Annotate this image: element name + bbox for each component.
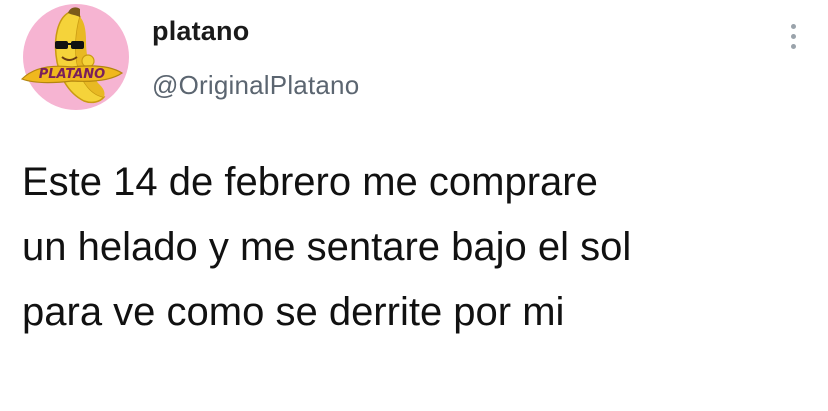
avatar[interactable]: PLATANO (20, 3, 130, 111)
logo-text: PLATANO (39, 67, 105, 82)
platano-logo: PLATANO (18, 59, 126, 85)
more-vertical-icon-dot-2 (791, 34, 796, 39)
tweet-text-line: para ve como se derrite por mi (22, 290, 565, 334)
more-vertical-icon (791, 24, 796, 29)
banana-mascot-icon (23, 4, 129, 110)
more-vertical-icon-dot-3 (791, 44, 796, 49)
user-handle[interactable]: @OriginalPlatano (152, 70, 359, 101)
tweet-text-line: Este 14 de febrero me comprare (22, 160, 598, 204)
tweet-text: Este 14 de febrero me comprare un helado… (22, 150, 812, 345)
display-name[interactable]: platano (152, 16, 249, 47)
logo-wordmark-icon: PLATANO (20, 65, 124, 84)
more-options-button[interactable] (780, 18, 808, 54)
tweet-card: PLATANO platano @OriginalPlatano Este 14… (0, 0, 828, 411)
tweet-text-line: un helado y me sentare bajo el sol (22, 225, 632, 269)
